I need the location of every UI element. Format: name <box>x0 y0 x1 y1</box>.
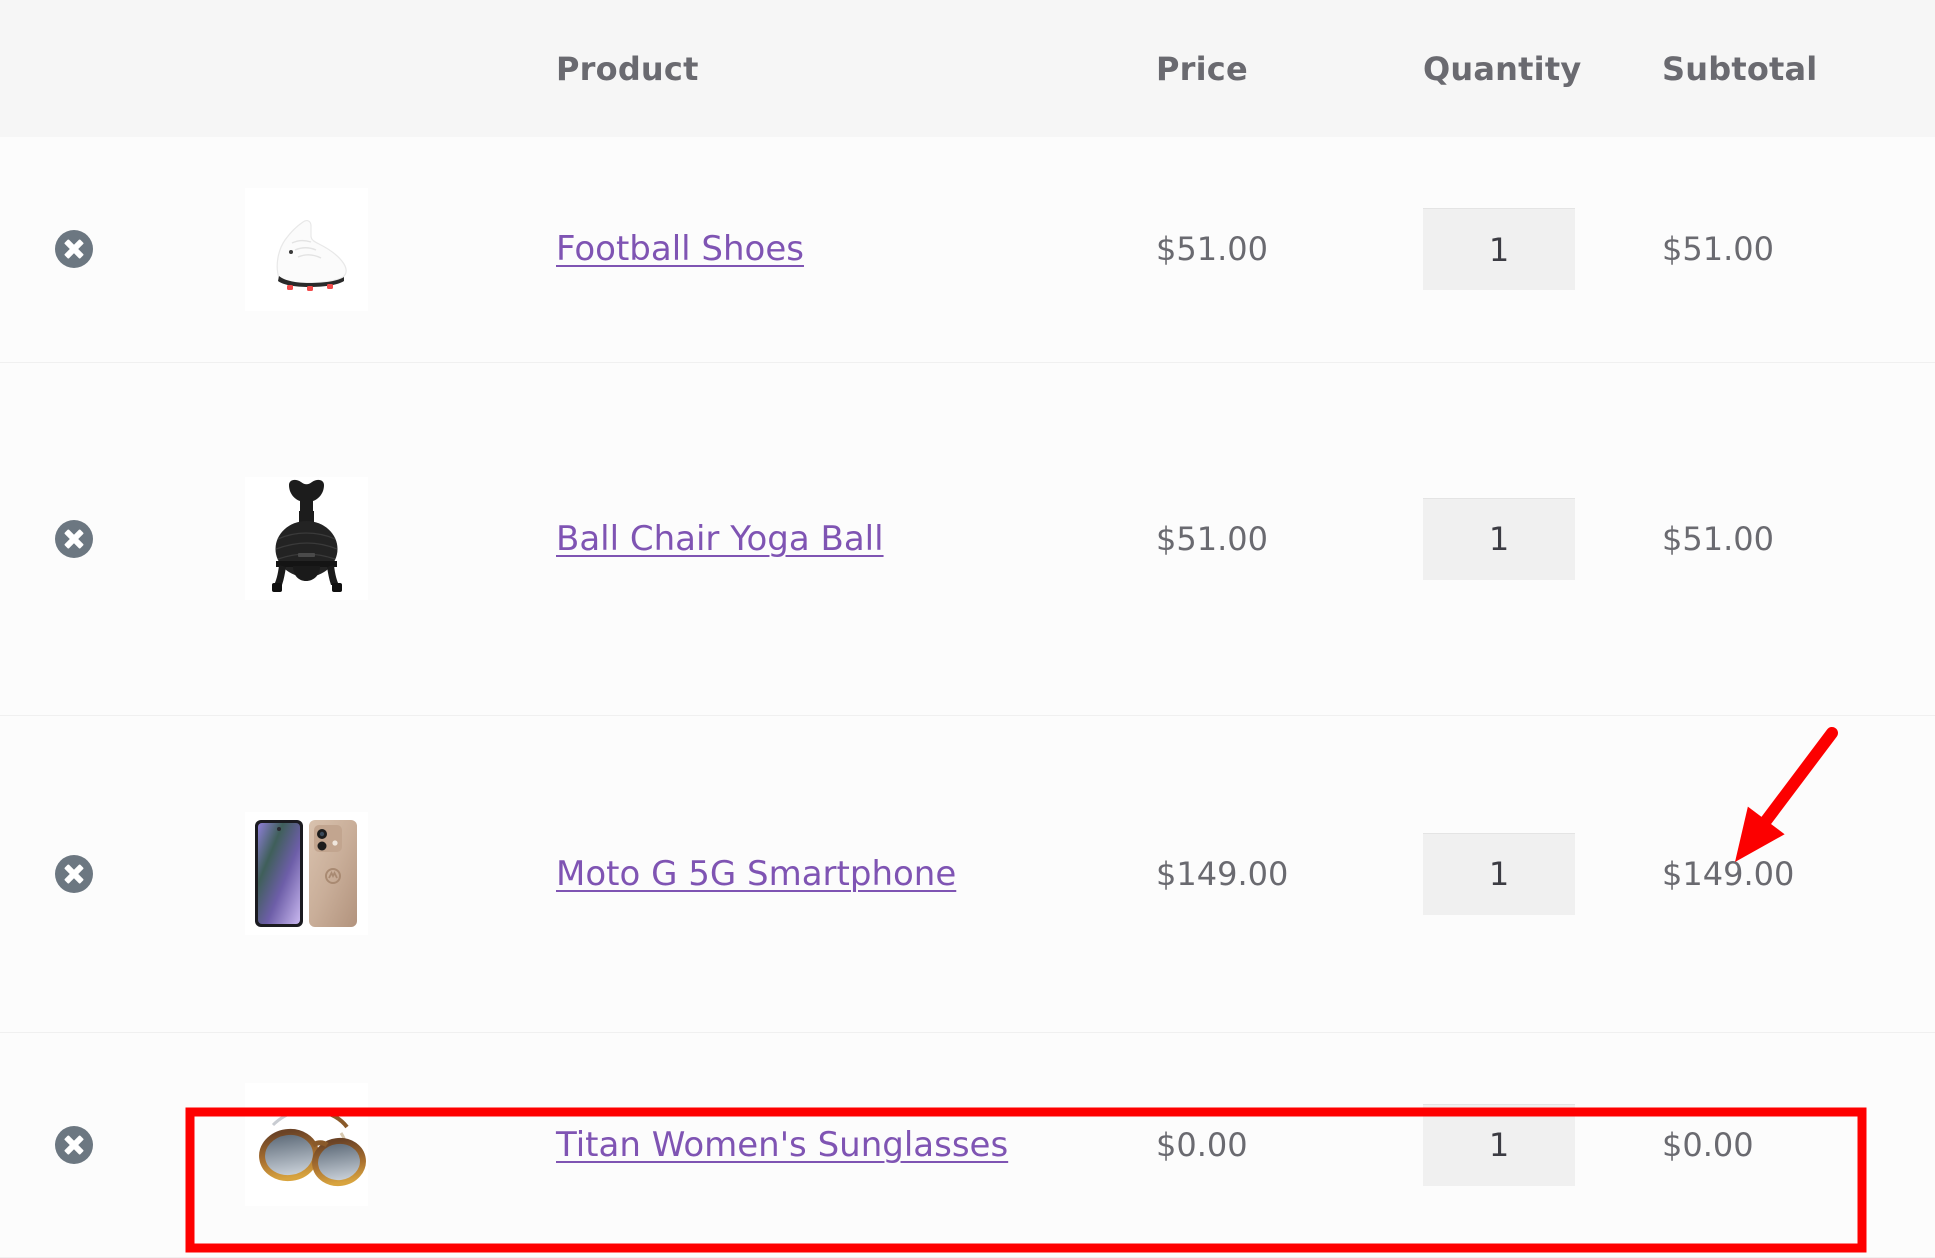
product-link[interactable]: Moto G 5G Smartphone <box>556 854 956 894</box>
price-cell: $51.00 <box>1138 362 1403 715</box>
remove-cell <box>0 715 190 1032</box>
subtotal-cell: $0.00 <box>1638 1032 1935 1257</box>
remove-cell <box>0 1032 190 1257</box>
remove-item-icon[interactable] <box>55 230 93 269</box>
subtotal-cell: $51.00 <box>1638 362 1935 715</box>
thumbnail-cell <box>190 362 538 715</box>
cart-table-header: Product Price Quantity Subtotal <box>0 0 1935 137</box>
header-remove <box>0 0 190 137</box>
quantity-input[interactable]: 1 <box>1423 208 1575 291</box>
quantity-cell: 1 <box>1403 715 1638 1032</box>
thumbnail-cell <box>190 715 538 1032</box>
cart-table-body: Football Shoes $51.00 1 $51.00 Ball Chai… <box>0 137 1935 1257</box>
quantity-cell: 1 <box>1403 137 1638 362</box>
header-row: Product Price Quantity Subtotal <box>0 0 1935 137</box>
header-product: Product <box>556 49 699 88</box>
table-row: Ball Chair Yoga Ball $51.00 1 $51.00 <box>0 362 1935 715</box>
moto-g-5g-smartphone-thumbnail[interactable] <box>245 812 368 935</box>
remove-item-icon[interactable] <box>55 854 93 893</box>
header-thumbnail <box>190 0 538 137</box>
thumbnail-cell <box>190 1032 538 1257</box>
remove-cell <box>0 137 190 362</box>
ball-chair-yoga-ball-thumbnail[interactable] <box>245 477 368 600</box>
quantity-cell: 1 <box>1403 362 1638 715</box>
shopping-cart-table: Product Price Quantity Subtotal Football… <box>0 0 1935 1258</box>
quantity-input[interactable]: 1 <box>1423 497 1575 580</box>
product-cell: Football Shoes <box>538 137 1138 362</box>
thumbnail-cell <box>190 137 538 362</box>
quantity-input[interactable]: 1 <box>1423 1103 1575 1186</box>
product-link[interactable]: Football Shoes <box>556 229 804 269</box>
remove-cell <box>0 362 190 715</box>
product-link[interactable]: Ball Chair Yoga Ball <box>556 519 884 559</box>
product-link[interactable]: Titan Women's Sunglasses <box>556 1125 1008 1165</box>
price-cell: $149.00 <box>1138 715 1403 1032</box>
remove-item-icon[interactable] <box>55 519 93 558</box>
remove-item-icon[interactable] <box>55 1125 93 1164</box>
header-quantity: Quantity <box>1423 49 1582 88</box>
titan-womens-sunglasses-thumbnail[interactable] <box>245 1083 368 1206</box>
product-cell: Moto G 5G Smartphone <box>538 715 1138 1032</box>
table-row: Titan Women's Sunglasses $0.00 1 $0.00 <box>0 1032 1935 1257</box>
subtotal-cell: $149.00 <box>1638 715 1935 1032</box>
header-price: Price <box>1156 49 1248 88</box>
header-subtotal: Subtotal <box>1662 49 1818 88</box>
subtotal-cell: $51.00 <box>1638 137 1935 362</box>
quantity-cell: 1 <box>1403 1032 1638 1257</box>
quantity-input[interactable]: 1 <box>1423 832 1575 915</box>
table-row: Football Shoes $51.00 1 $51.00 <box>0 137 1935 362</box>
table-row: Moto G 5G Smartphone $149.00 1 $149.00 <box>0 715 1935 1032</box>
price-cell: $51.00 <box>1138 137 1403 362</box>
price-cell: $0.00 <box>1138 1032 1403 1257</box>
product-cell: Ball Chair Yoga Ball <box>538 362 1138 715</box>
football-shoes-thumbnail[interactable] <box>245 187 368 311</box>
product-cell: Titan Women's Sunglasses <box>538 1032 1138 1257</box>
